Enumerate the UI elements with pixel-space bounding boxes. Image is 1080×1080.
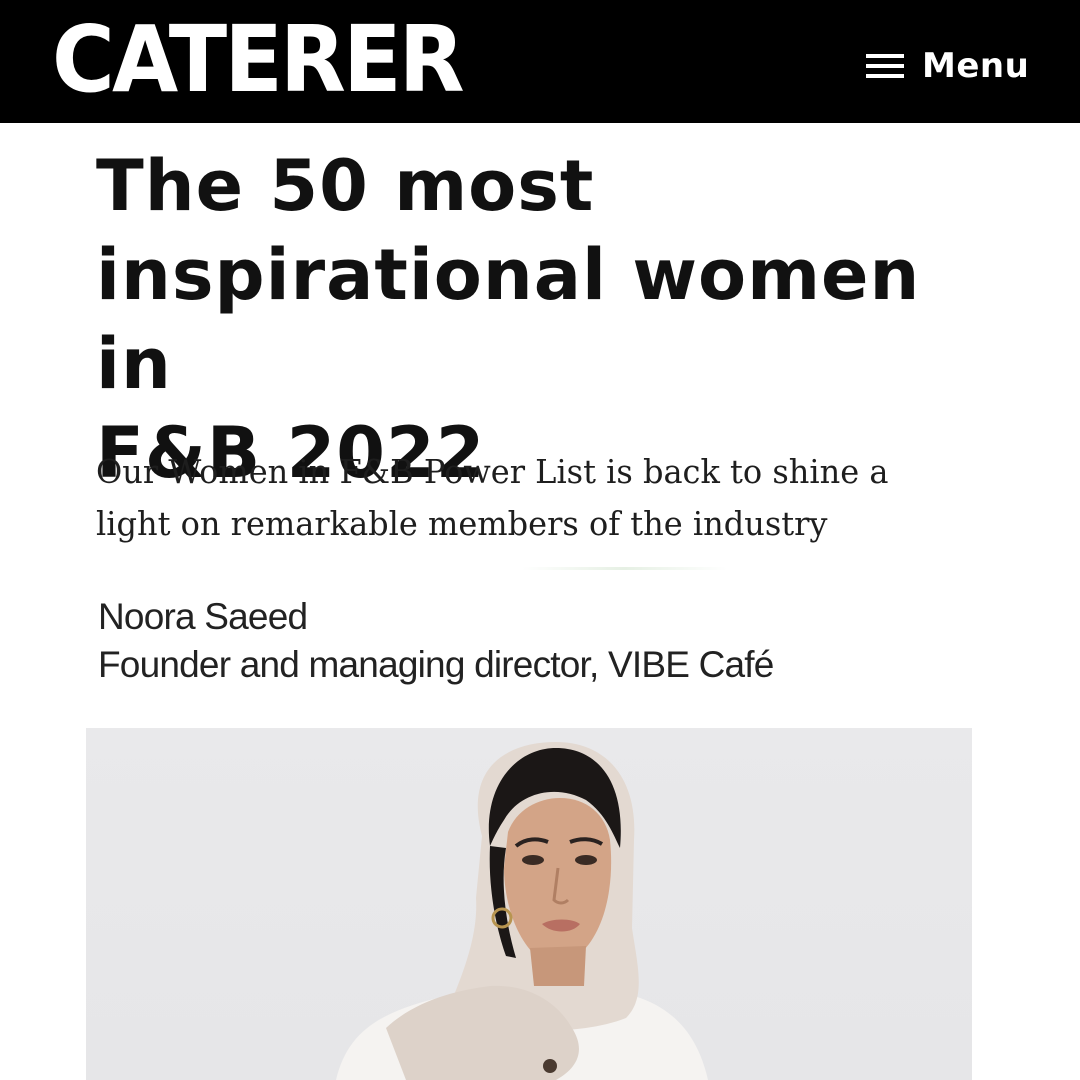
portrait-illustration [336, 742, 708, 1080]
menu-button[interactable]: Menu [866, 44, 1029, 88]
site-header: CATERER Menu [0, 0, 1080, 123]
section-divider [522, 567, 727, 570]
caterer-logo[interactable]: CATERER [52, 14, 465, 106]
headline-line: inspirational women in [96, 234, 921, 405]
standfirst-line: Our Women in F&B Power List is back to s… [96, 452, 889, 491]
menu-label[interactable]: Menu [922, 46, 1029, 86]
headline-line: The 50 most [96, 145, 595, 227]
article-standfirst: Our Women in F&B Power List is back to s… [96, 446, 950, 550]
hamburger-menu-icon[interactable] [866, 53, 904, 79]
profile-name: Noora Saeed [98, 596, 308, 637]
standfirst-line: light on remarkable members of the indus… [96, 504, 828, 543]
profile-photo [86, 728, 972, 1080]
article-headline: The 50 most inspirational women in F&B 2… [96, 142, 996, 498]
profile-role: Founder and managing director, VIBE Café [98, 644, 774, 685]
